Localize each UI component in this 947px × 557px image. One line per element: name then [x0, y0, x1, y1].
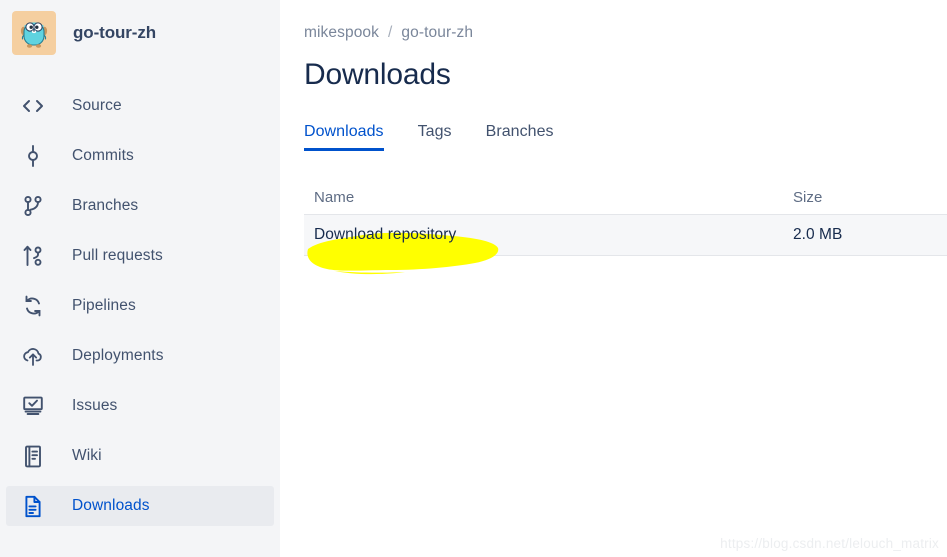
page-title: Downloads: [304, 58, 451, 91]
sidebar-item-downloads[interactable]: Downloads: [6, 486, 274, 526]
breadcrumb-owner[interactable]: mikespook: [304, 24, 379, 41]
sidebar-item-label: Pull requests: [72, 247, 163, 264]
monitor-check-icon: [20, 393, 46, 419]
sidebar-item-label: Branches: [72, 197, 139, 214]
tab-bar-rule: [304, 150, 947, 152]
tab-branches[interactable]: Branches: [486, 123, 554, 150]
download-name-link[interactable]: Download repository: [314, 226, 793, 244]
table-header-row: Name Size: [304, 180, 947, 214]
breadcrumb: mikespook / go-tour-zh: [304, 24, 947, 42]
cloud-upload-icon: [20, 343, 46, 369]
download-size: 2.0 MB: [793, 226, 843, 243]
sidebar-item-issues[interactable]: Issues: [6, 386, 274, 426]
sidebar-item-deployments[interactable]: Deployments: [6, 336, 274, 376]
column-header-size[interactable]: Size: [793, 189, 933, 206]
bitbucket-repository-downloads-page: go-tour-zh Source Commits Branches Pull …: [0, 0, 947, 557]
sidebar-item-label: Issues: [72, 397, 118, 414]
sidebar-item-label: Downloads: [72, 497, 150, 514]
table-row[interactable]: Download repository 2.0 MB: [304, 214, 947, 256]
watermark-text: https://blog.csdn.net/lelouch_matrix: [720, 536, 939, 551]
commit-node-icon: [20, 143, 46, 169]
sidebar-item-branches[interactable]: Branches: [6, 186, 274, 226]
downloads-table: Name Size Download repository 2.0 MB: [304, 180, 947, 256]
branch-icon: [20, 193, 46, 219]
go-gopher-svg: [20, 22, 48, 48]
repository-header[interactable]: go-tour-zh: [0, 0, 280, 56]
go-gopher-logo-icon: [12, 11, 56, 55]
sidebar-item-label: Deployments: [72, 347, 164, 364]
sidebar-item-wiki[interactable]: Wiki: [6, 436, 274, 476]
pipeline-refresh-icon: [20, 293, 46, 319]
pull-request-icon: [20, 243, 46, 269]
sidebar-nav: Source Commits Branches Pull requests Pi…: [0, 86, 280, 526]
column-header-name[interactable]: Name: [314, 189, 793, 206]
tab-list: Downloads Tags Branches: [304, 116, 947, 151]
tab-downloads[interactable]: Downloads: [304, 123, 384, 151]
code-brackets-icon: [20, 93, 46, 119]
breadcrumb-separator: /: [388, 24, 393, 41]
repository-name: go-tour-zh: [73, 23, 157, 42]
tab-tags[interactable]: Tags: [418, 123, 452, 150]
breadcrumb-repo[interactable]: go-tour-zh: [401, 24, 473, 41]
sidebar-item-label: Pipelines: [72, 297, 136, 314]
sidebar-item-source[interactable]: Source: [6, 86, 274, 126]
main-content: mikespook / go-tour-zh Downloads Downloads…: [280, 0, 947, 557]
sidebar-item-pipelines[interactable]: Pipelines: [6, 286, 274, 326]
file-download-icon: [20, 493, 46, 519]
sidebar-item-commits[interactable]: Commits: [6, 136, 274, 176]
document-lines-icon: [20, 443, 46, 469]
sidebar-item-pull-requests[interactable]: Pull requests: [6, 236, 274, 276]
sidebar-item-label: Wiki: [72, 447, 102, 464]
sidebar-item-label: Source: [72, 97, 122, 114]
sidebar-item-label: Commits: [72, 147, 134, 164]
repository-sidebar: go-tour-zh Source Commits Branches Pull …: [0, 0, 280, 557]
tab-bar: Downloads Tags Branches: [304, 116, 947, 154]
